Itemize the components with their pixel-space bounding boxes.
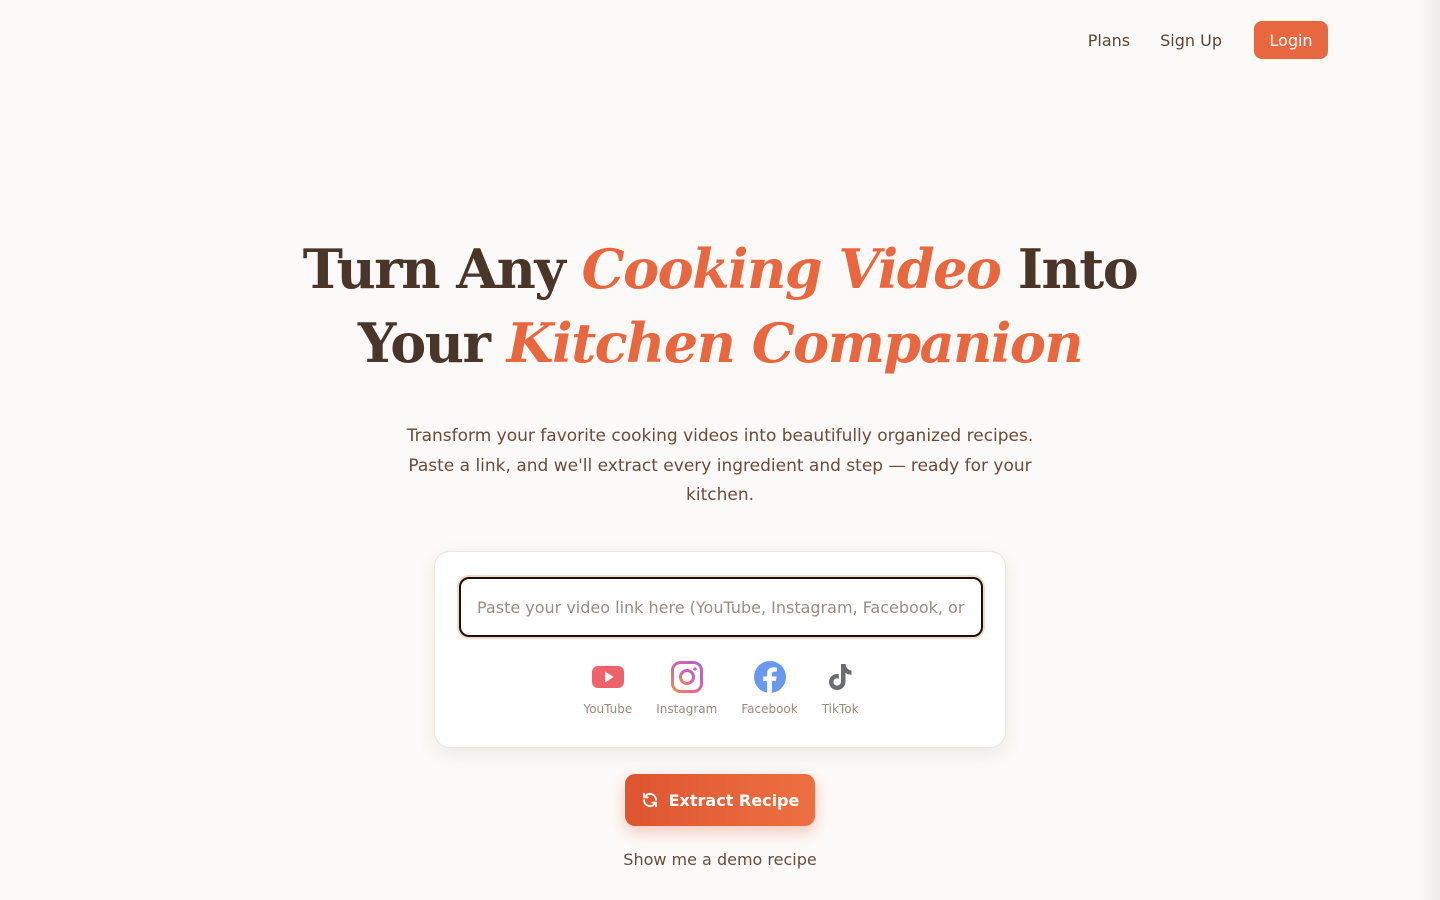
link-input-card: YouTube Instagram <box>434 551 1006 748</box>
facebook-icon <box>753 661 786 693</box>
tiktok-icon <box>829 664 852 690</box>
extract-recipe-button[interactable]: Extract Recipe <box>625 774 815 826</box>
nav-link-sign-up[interactable]: Sign Up <box>1160 31 1222 50</box>
platform-instagram[interactable]: Instagram <box>656 660 717 716</box>
platform-facebook[interactable]: Facebook <box>741 660 798 716</box>
youtube-icon <box>591 666 624 688</box>
hero-title-text: Your <box>357 311 507 375</box>
demo-recipe-link[interactable]: Show me a demo recipe <box>0 850 1440 869</box>
top-nav: Plans Sign Up Login <box>1088 21 1328 59</box>
hero-title: Turn Any Cooking Video Into Your Kitchen… <box>0 232 1440 380</box>
video-link-input[interactable] <box>459 577 983 637</box>
platform-youtube[interactable]: YouTube <box>583 660 632 716</box>
supported-platforms: YouTube Instagram Facebook TikTok <box>435 660 1007 716</box>
nav-link-plans[interactable]: Plans <box>1088 31 1130 50</box>
refresh-icon <box>642 792 657 808</box>
login-button[interactable]: Login <box>1254 21 1328 59</box>
instagram-icon <box>670 661 703 693</box>
hero-title-text: Turn Any <box>302 237 582 301</box>
hero-title-accent: Cooking Video <box>581 237 1002 301</box>
platform-label: Facebook <box>741 702 798 716</box>
platform-tiktok[interactable]: TikTok <box>822 660 859 716</box>
extract-recipe-label: Extract Recipe <box>668 790 800 810</box>
hero-subtitle: Transform your favorite cooking videos i… <box>406 426 1034 505</box>
platform-label: TikTok <box>821 702 859 716</box>
platform-label: YouTube <box>583 702 633 716</box>
hero-title-text: Into <box>1000 237 1139 301</box>
hero-title-accent: Kitchen Companion <box>506 311 1084 375</box>
platform-label: Instagram <box>656 702 718 716</box>
scrollbar-track <box>1418 0 1440 900</box>
